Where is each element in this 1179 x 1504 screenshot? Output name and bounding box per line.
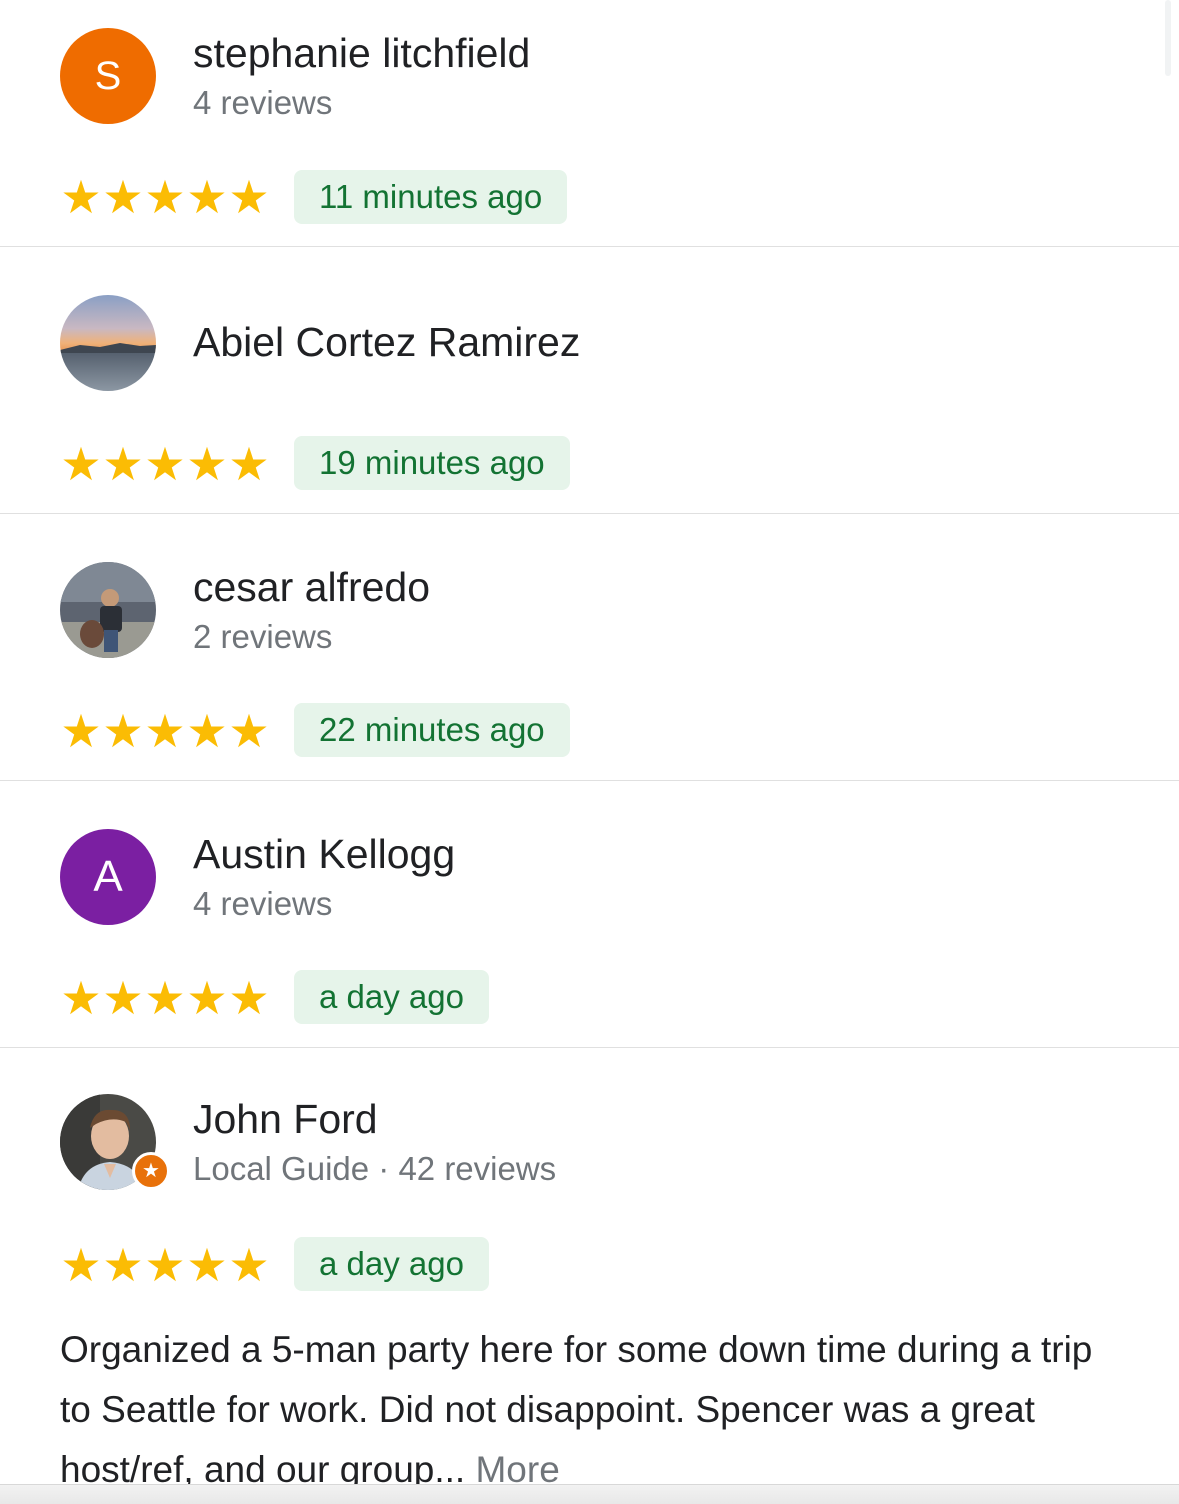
star-icon: ★ [102,438,144,490]
star-icon: ★ [186,705,228,757]
reviewer-meta: 4 reviews [193,885,333,922]
avatar[interactable] [60,562,156,658]
bottom-edge [0,1484,1179,1504]
star-rating: ★ ★ ★ ★ ★ [60,1242,270,1288]
sunset-photo [60,295,156,391]
star-icon: ★ [186,171,228,223]
review-time-badge: 11 minutes ago [294,170,568,224]
reviewer-name[interactable]: Abiel Cortez Ramirez [193,319,580,366]
star-icon: ★ [60,972,102,1024]
star-icon: ★ [60,1239,102,1291]
star-icon: ★ [144,1239,186,1291]
review-time-badge: 19 minutes ago [294,436,570,490]
star-icon: ★ [60,705,102,757]
star-icon: ★ [102,972,144,1024]
review-card: S stephanie litchfield 4 reviews ★ ★ ★ ★… [0,0,1179,247]
star-rating: ★ ★ ★ ★ ★ [60,174,270,220]
star-icon: ★ [144,972,186,1024]
star-icon: ★ [228,1239,270,1291]
review-text: Organized a 5-man party here for some do… [60,1320,1100,1500]
avatar[interactable]: ★ [60,1094,170,1204]
star-icon: ★ [186,1239,228,1291]
star-icon: ★ [102,1239,144,1291]
avatar[interactable]: S [60,28,156,124]
person-photo [60,562,156,658]
reviewer-name[interactable]: John Ford [193,1096,378,1143]
star-rating: ★ ★ ★ ★ ★ [60,975,270,1021]
star-icon: ★ [228,972,270,1024]
review-time-badge: a day ago [294,1237,489,1291]
review-card: cesar alfredo 2 reviews ★ ★ ★ ★ ★ 22 min… [0,514,1179,781]
avatar[interactable]: A [60,829,156,925]
star-icon: ★ [144,171,186,223]
star-icon: ★ [144,705,186,757]
review-time-badge: a day ago [294,970,489,1024]
review-body: Organized a 5-man party here for some do… [60,1329,1093,1490]
reviewer-name[interactable]: cesar alfredo [193,564,430,611]
star-icon: ★ [186,972,228,1024]
star-icon: ★ [186,438,228,490]
star-icon: ★ [144,438,186,490]
reviewer-name[interactable]: Austin Kellogg [193,831,455,878]
reviewer-meta: 2 reviews [193,618,333,655]
star-icon: ★ [102,171,144,223]
star-icon: ★ [228,171,270,223]
avatar-initial: A [93,852,123,901]
reviewer-meta: Local Guide · 42 reviews [193,1150,557,1187]
review-card: A Austin Kellogg 4 reviews ★ ★ ★ ★ ★ a d… [0,781,1179,1048]
star-rating: ★ ★ ★ ★ ★ [60,441,270,487]
star-icon: ★ [60,438,102,490]
avatar[interactable] [60,295,156,391]
star-icon: ★ [60,171,102,223]
star-icon: ★ [228,438,270,490]
reviewer-name[interactable]: stephanie litchfield [193,30,530,77]
review-time-badge: 22 minutes ago [294,703,570,757]
avatar-initial: S [94,53,122,98]
star-rating: ★ ★ ★ ★ ★ [60,708,270,754]
star-icon: ★ [228,705,270,757]
local-guide-star-icon: ★ [132,1152,170,1190]
reviewer-meta: 4 reviews [193,84,333,121]
star-icon: ★ [102,705,144,757]
review-card: Abiel Cortez Ramirez ★ ★ ★ ★ ★ 19 minute… [0,247,1179,514]
